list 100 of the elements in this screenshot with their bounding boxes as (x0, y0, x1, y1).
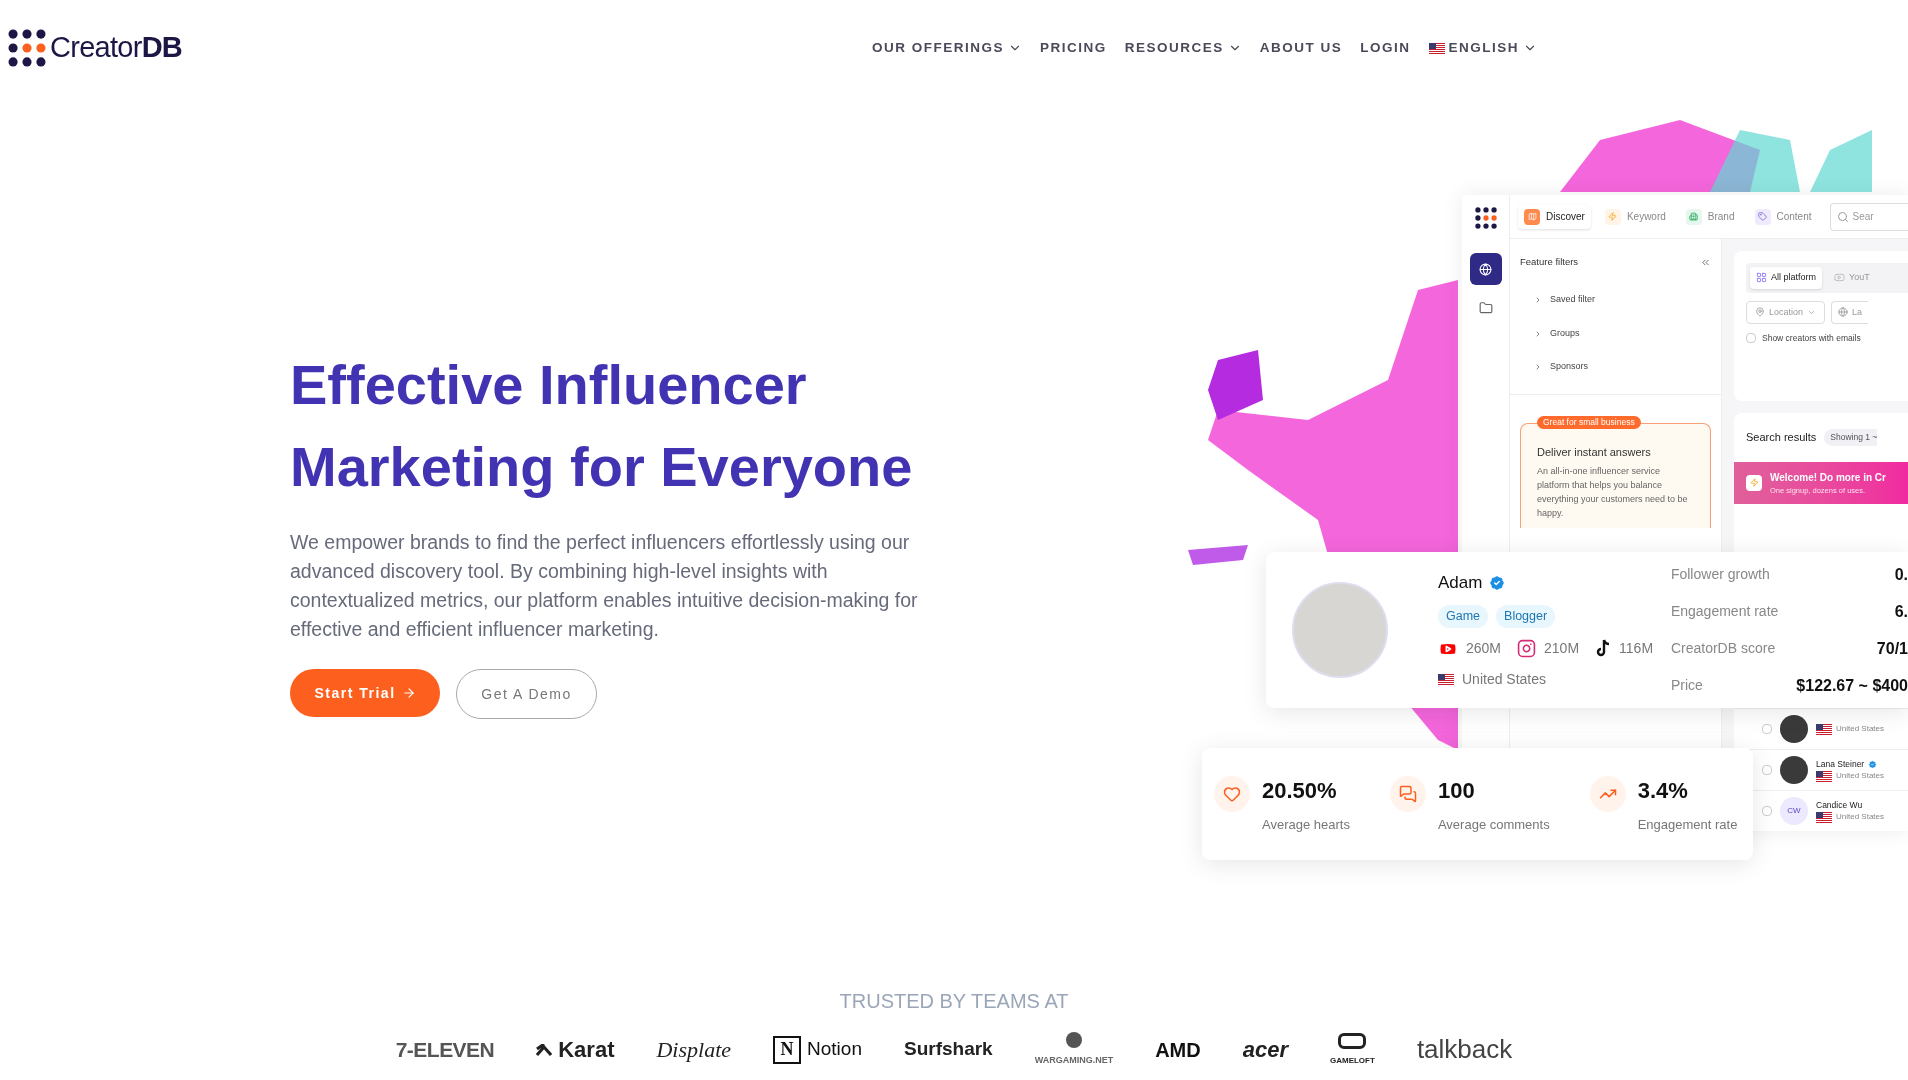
creator-country: United States (1836, 723, 1885, 735)
profile-name: Adam (1438, 571, 1483, 594)
category-tag[interactable]: Game (1438, 605, 1489, 629)
tab-icon (1754, 208, 1771, 225)
filter-item[interactable]: Groups (1534, 326, 1697, 341)
row-checkbox[interactable] (1762, 724, 1772, 734)
category-tag[interactable]: Blogger (1496, 605, 1556, 629)
creator-name: Candice Wu (1816, 798, 1863, 812)
map-pin-icon (1755, 307, 1765, 318)
globe-icon (1479, 262, 1492, 276)
creator-name: Lana Steiner (1816, 757, 1865, 771)
chat-icon (1398, 784, 1417, 803)
company-logo: Karat (536, 1033, 615, 1066)
company-logo: Surfshark (903, 1037, 993, 1062)
folder-icon[interactable] (1478, 301, 1493, 315)
profile-country: United States (1462, 670, 1547, 690)
results-title: Search results (1746, 430, 1817, 446)
panel-title: Feature filters (1520, 255, 1579, 269)
nav-link[interactable]: RESOURCES (1124, 37, 1242, 59)
row-checkbox[interactable] (1762, 806, 1772, 816)
hero-heading: Marketing for Everyone (290, 434, 914, 500)
logo-dots-icon (1474, 207, 1497, 229)
nav-link[interactable]: ENGLISH (1428, 37, 1538, 59)
results-count: Showing 1 ~ (1824, 429, 1878, 446)
metric-value: 0. (1893, 564, 1908, 585)
metric-value: $122.67 ~ $400 (1796, 675, 1908, 696)
app-tab[interactable]: Discover (1518, 204, 1591, 229)
filter-item[interactable]: Saved filter (1534, 293, 1697, 307)
row-checkbox[interactable] (1762, 765, 1772, 775)
hero-description: We empower brands to find the perfect influencers effortlessly using our advanced discovery tool. By combining high-level insights with contextualized metrics, our platform enables intuitive decision-making for effective and efficient influencer marketing. (290, 530, 919, 642)
us-flag-icon (1428, 42, 1445, 54)
gamepad-frame-icon (1338, 1032, 1367, 1049)
stat-label: Average comments (1437, 815, 1550, 834)
chevron-up-icon (536, 1043, 553, 1056)
chevron-right-icon (1534, 296, 1542, 304)
metric-value: 6. (1893, 601, 1908, 622)
company-logo: N Notion (773, 1035, 862, 1064)
search-icon (1836, 210, 1849, 223)
promo-text: An all-in-one influencer service platform that helps you balance everything your customers need to be happy. (1537, 465, 1689, 521)
company-logo: Displate (656, 1036, 732, 1064)
music-note-icon (1595, 639, 1612, 659)
company-logo: 7-ELEVEN (395, 1036, 495, 1063)
stat-label: Engagement rate (1637, 815, 1738, 834)
logo-dots-icon (8, 29, 46, 67)
nav-link[interactable]: LOGIN (1360, 37, 1411, 59)
hero-heading: Effective Influencer (290, 352, 808, 418)
demo-button[interactable]: Get A Demo (456, 669, 597, 719)
company-logo: AMD (1155, 1037, 1201, 1063)
grid-icon (1756, 272, 1767, 284)
checkbox-label: Show creators with emails (1762, 332, 1861, 345)
arrow-right-icon (401, 686, 416, 700)
video-play-icon (1834, 272, 1845, 284)
tab-icon (1524, 208, 1540, 225)
stat-label: Average hearts (1262, 815, 1350, 834)
us-flag-icon (1816, 723, 1832, 735)
company-logo: GAMELOFT (1330, 1032, 1375, 1067)
globe-icon (1838, 307, 1849, 318)
company-logo: WARGAMING.NET (1034, 1031, 1114, 1068)
section-heading: TRUSTED BY TEAMS AT (839, 989, 1069, 1014)
tab-icon (1685, 208, 1702, 225)
company-logo: acer (1242, 1036, 1288, 1064)
stat-value: 100 (1437, 776, 1476, 805)
platform-tab[interactable]: All platform (1750, 267, 1822, 289)
stat-value: 20.50% (1262, 776, 1338, 805)
globe-nav-button[interactable] (1469, 253, 1502, 285)
us-flag-icon (1438, 674, 1454, 686)
metric-label: Engagement rate (1670, 602, 1779, 621)
metric-label: Follower growth (1670, 565, 1771, 584)
avatar (1780, 756, 1808, 784)
logo-wordmark[interactable]: CreatorDB (50, 26, 183, 70)
globe-emblem-icon (1065, 1031, 1082, 1048)
nav-link[interactable]: ABOUT US (1259, 37, 1343, 59)
company-logo: talkback (1416, 1033, 1513, 1066)
promo-badge: Great for small business (1537, 415, 1641, 429)
metric-label: CreatorDB score (1670, 639, 1777, 658)
lightning-icon (1749, 478, 1759, 488)
avatar (1780, 715, 1808, 743)
welcome-title: Welcome! Do more in Cr (1770, 470, 1886, 485)
follower-count: 210M (1544, 639, 1580, 659)
checkbox[interactable] (1746, 333, 1756, 344)
promo-title: Deliver instant answers (1537, 444, 1652, 460)
filter-item[interactable]: Sponsors (1534, 360, 1697, 374)
us-flag-icon (1816, 770, 1832, 782)
app-tab[interactable]: Brand (1679, 204, 1741, 229)
tab-icon (1604, 208, 1621, 225)
camera-icon (1517, 639, 1537, 659)
heart-icon (1223, 784, 1241, 803)
metric-label: Price (1670, 676, 1704, 695)
app-tab[interactable]: Keyword (1598, 204, 1672, 229)
follower-count: 260M (1466, 639, 1502, 659)
creator-country: United States (1836, 811, 1885, 824)
metric-value: 70/1 (1875, 638, 1908, 659)
app-tab[interactable]: Content (1748, 204, 1818, 229)
chevron-right-icon (1534, 329, 1542, 338)
follower-count: 116M (1619, 639, 1654, 659)
us-flag-icon (1816, 811, 1832, 823)
chevron-right-icon (1534, 363, 1542, 371)
creator-country: United States (1836, 770, 1885, 783)
nav-link[interactable]: OUR OFFERINGS (872, 37, 1023, 59)
nav-link[interactable]: PRICING (1040, 37, 1107, 59)
